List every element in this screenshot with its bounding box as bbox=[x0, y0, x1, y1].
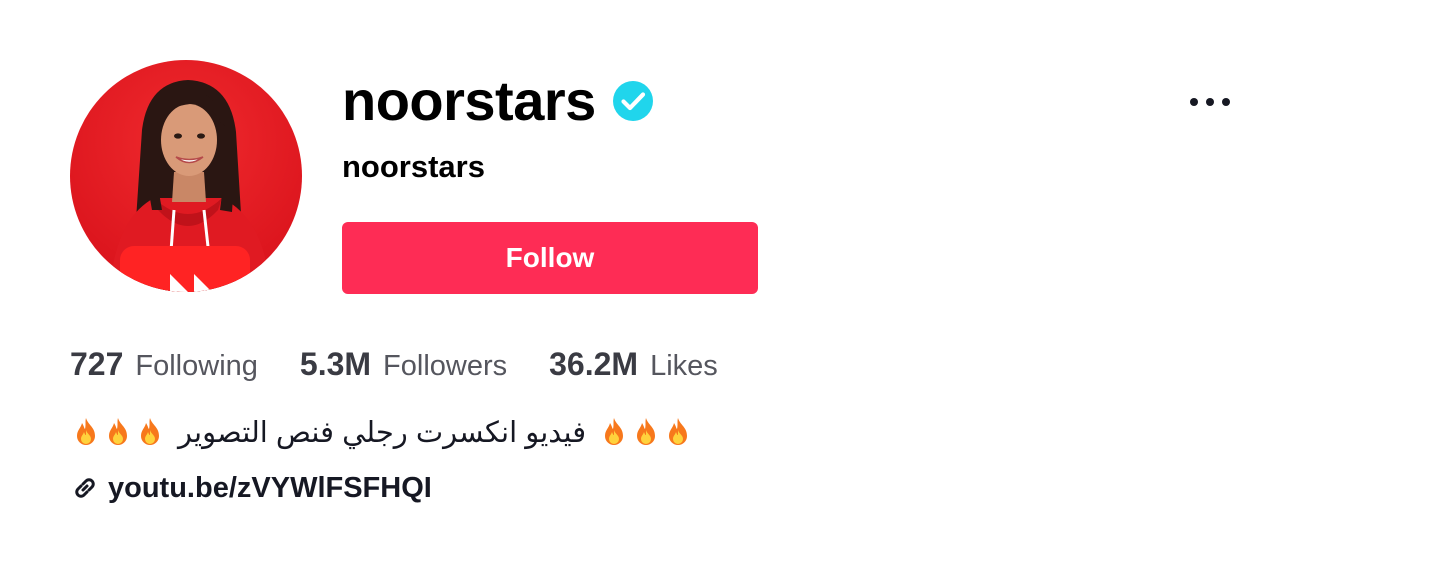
fire-emoji-icon bbox=[141, 418, 159, 445]
fire-emoji-group-left bbox=[70, 416, 166, 448]
profile-title: noorstars bbox=[342, 69, 596, 132]
profile-stats: 727 Following 5.3M Followers 36.2M Likes bbox=[70, 346, 718, 390]
stat-followers-label: Followers bbox=[383, 350, 508, 382]
fire-emoji-icon bbox=[77, 418, 95, 445]
verified-check-icon bbox=[612, 80, 654, 122]
avatar-image bbox=[70, 60, 302, 292]
fire-emoji-group-right bbox=[598, 416, 694, 448]
follow-button[interactable]: Follow bbox=[342, 222, 758, 294]
more-options-icon[interactable] bbox=[1182, 84, 1238, 120]
stat-followers[interactable]: 5.3M Followers bbox=[300, 346, 507, 383]
stat-following[interactable]: 727 Following bbox=[70, 346, 258, 383]
profile-header: noorstars noorstars Follow 727 Following… bbox=[0, 0, 1444, 570]
stat-likes-label: Likes bbox=[650, 350, 718, 382]
link-icon bbox=[70, 473, 100, 503]
stat-likes: 36.2M Likes bbox=[549, 346, 718, 383]
bio-text: فيديو انكسرت رجلي فنص التصوير bbox=[178, 416, 587, 449]
fire-emoji-icon bbox=[109, 418, 127, 445]
profile-bio: فيديو انكسرت رجلي فنص التصوير bbox=[70, 410, 694, 454]
fire-emoji-icon bbox=[605, 418, 624, 445]
title-row: noorstars bbox=[342, 70, 654, 132]
link-text[interactable]: youtu.be/zVYWlFSFHQI bbox=[108, 472, 432, 505]
more-dot bbox=[1222, 98, 1230, 106]
fire-emoji-icon bbox=[669, 418, 688, 445]
stat-followers-count: 5.3M bbox=[299, 346, 372, 382]
more-dot bbox=[1206, 98, 1214, 106]
more-dot bbox=[1190, 98, 1198, 106]
profile-link[interactable]: youtu.be/zVYWlFSFHQI bbox=[70, 466, 432, 510]
stat-following-label: Following bbox=[135, 350, 258, 382]
stat-following-count: 727 bbox=[70, 346, 124, 382]
profile-subtitle: noorstars bbox=[342, 149, 485, 184]
avatar[interactable] bbox=[70, 60, 302, 292]
stat-likes-count: 36.2M bbox=[549, 346, 639, 382]
fire-emoji-icon bbox=[637, 418, 656, 445]
